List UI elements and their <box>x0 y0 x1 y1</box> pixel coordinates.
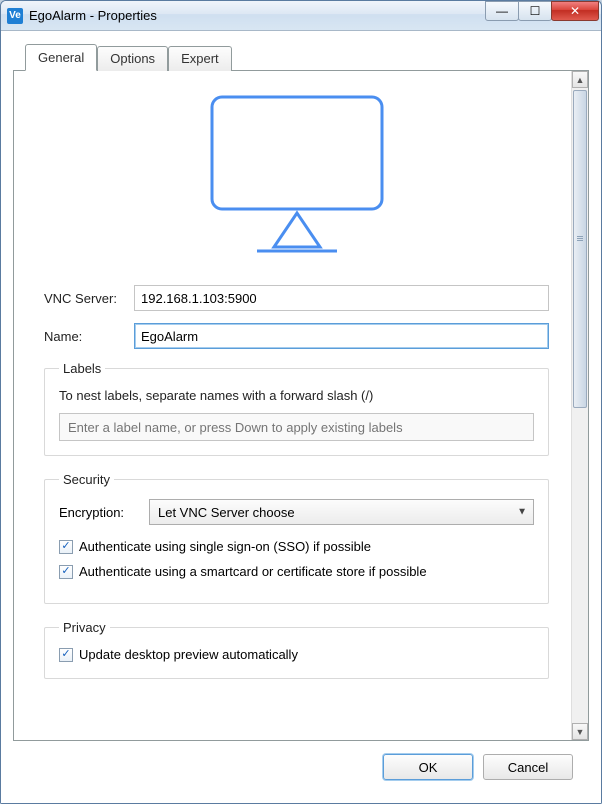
chevron-down-icon: ▼ <box>517 507 527 518</box>
maximize-icon: ☐ <box>530 4 541 18</box>
smartcard-row[interactable]: ✓ Authenticate using a smartcard or cert… <box>59 564 534 579</box>
smartcard-checkbox[interactable]: ✓ <box>59 565 73 579</box>
maximize-button[interactable]: ☐ <box>518 1 552 21</box>
sso-checkbox[interactable]: ✓ <box>59 540 73 554</box>
dialog-footer: OK Cancel <box>13 741 589 793</box>
check-icon: ✓ <box>61 649 70 660</box>
vnc-server-label: VNC Server: <box>44 291 134 306</box>
update-preview-row[interactable]: ✓ Update desktop preview automatically <box>59 647 534 662</box>
window-controls: — ☐ ✕ <box>486 1 599 21</box>
app-icon: Ve <box>7 8 23 24</box>
monitor-illustration <box>44 89 549 259</box>
vnc-server-input[interactable] <box>134 285 549 311</box>
name-input[interactable] <box>134 323 549 349</box>
name-label: Name: <box>44 329 134 344</box>
minimize-button[interactable]: — <box>485 1 519 21</box>
vnc-server-row: VNC Server: <box>44 285 549 311</box>
check-icon: ✓ <box>61 566 70 577</box>
sso-label: Authenticate using single sign-on (SSO) … <box>79 539 371 554</box>
vertical-scrollbar[interactable]: ▲ ▼ <box>571 71 588 740</box>
sso-row[interactable]: ✓ Authenticate using single sign-on (SSO… <box>59 539 534 554</box>
ok-button[interactable]: OK <box>383 754 473 780</box>
cancel-button[interactable]: Cancel <box>483 754 573 780</box>
labels-hint: To nest labels, separate names with a fo… <box>59 388 534 403</box>
labels-legend: Labels <box>59 361 105 376</box>
scroll-up-button[interactable]: ▲ <box>572 71 588 88</box>
up-arrow-icon: ▲ <box>576 75 585 85</box>
encryption-value: Let VNC Server choose <box>158 505 295 520</box>
tab-options[interactable]: Options <box>97 46 168 71</box>
tab-strip: General Options Expert <box>13 45 589 70</box>
scroll-thumb[interactable] <box>573 90 587 408</box>
update-preview-label: Update desktop preview automatically <box>79 647 298 662</box>
privacy-legend: Privacy <box>59 620 110 635</box>
security-group: Security Encryption: Let VNC Server choo… <box>44 472 549 604</box>
dialog-body: General Options Expert VNC Server: <box>1 31 601 803</box>
scroll-content: VNC Server: Name: Labels To nest labels,… <box>14 71 571 740</box>
properties-window: Ve EgoAlarm - Properties — ☐ ✕ General O… <box>0 0 602 804</box>
labels-input[interactable] <box>59 413 534 441</box>
tab-content-general: VNC Server: Name: Labels To nest labels,… <box>13 70 589 741</box>
close-button[interactable]: ✕ <box>551 1 599 21</box>
scroll-track[interactable] <box>572 88 588 723</box>
encryption-row: Encryption: Let VNC Server choose ▼ <box>59 499 534 525</box>
smartcard-label: Authenticate using a smartcard or certif… <box>79 564 427 579</box>
name-row: Name: <box>44 323 549 349</box>
labels-group: Labels To nest labels, separate names wi… <box>44 361 549 456</box>
check-icon: ✓ <box>61 541 70 552</box>
privacy-group: Privacy ✓ Update desktop preview automat… <box>44 620 549 679</box>
tab-general[interactable]: General <box>25 44 97 71</box>
scroll-down-button[interactable]: ▼ <box>572 723 588 740</box>
close-icon: ✕ <box>570 4 580 18</box>
update-preview-checkbox[interactable]: ✓ <box>59 648 73 662</box>
tab-expert[interactable]: Expert <box>168 46 232 71</box>
minimize-icon: — <box>496 4 508 18</box>
title-bar[interactable]: Ve EgoAlarm - Properties — ☐ ✕ <box>1 1 601 31</box>
encryption-label: Encryption: <box>59 505 149 520</box>
encryption-select[interactable]: Let VNC Server choose ▼ <box>149 499 534 525</box>
window-title: EgoAlarm - Properties <box>29 8 157 23</box>
down-arrow-icon: ▼ <box>576 727 585 737</box>
security-legend: Security <box>59 472 114 487</box>
